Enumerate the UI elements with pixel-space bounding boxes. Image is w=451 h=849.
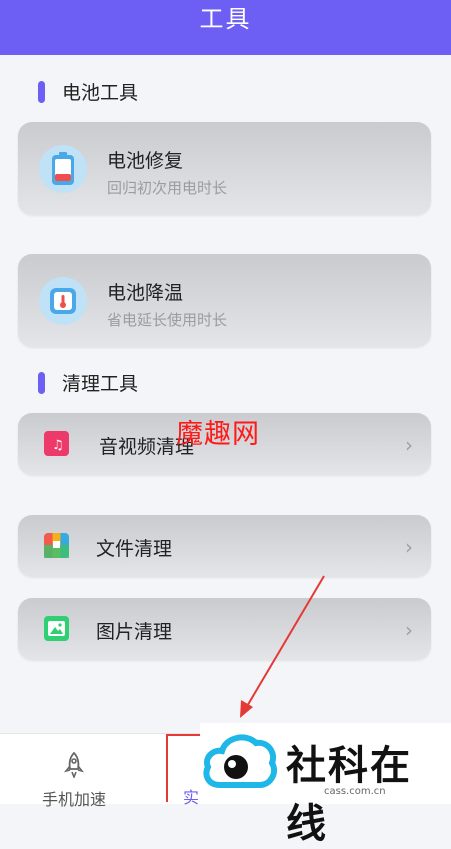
- rocket-icon: [63, 751, 85, 780]
- annotation-arrow: [240, 575, 325, 718]
- tab-tools-label[interactable]: 实: [183, 784, 199, 808]
- tab-phone-speedup[interactable]: 手机加速: [36, 751, 112, 810]
- cloud-logo-icon: [203, 734, 278, 788]
- tab-phone-speedup-label: 手机加速: [41, 790, 106, 809]
- site-logo-url: cass.com.cn: [324, 786, 386, 797]
- site-logo-overlay: 社科在线 cass.com.cn: [200, 723, 451, 847]
